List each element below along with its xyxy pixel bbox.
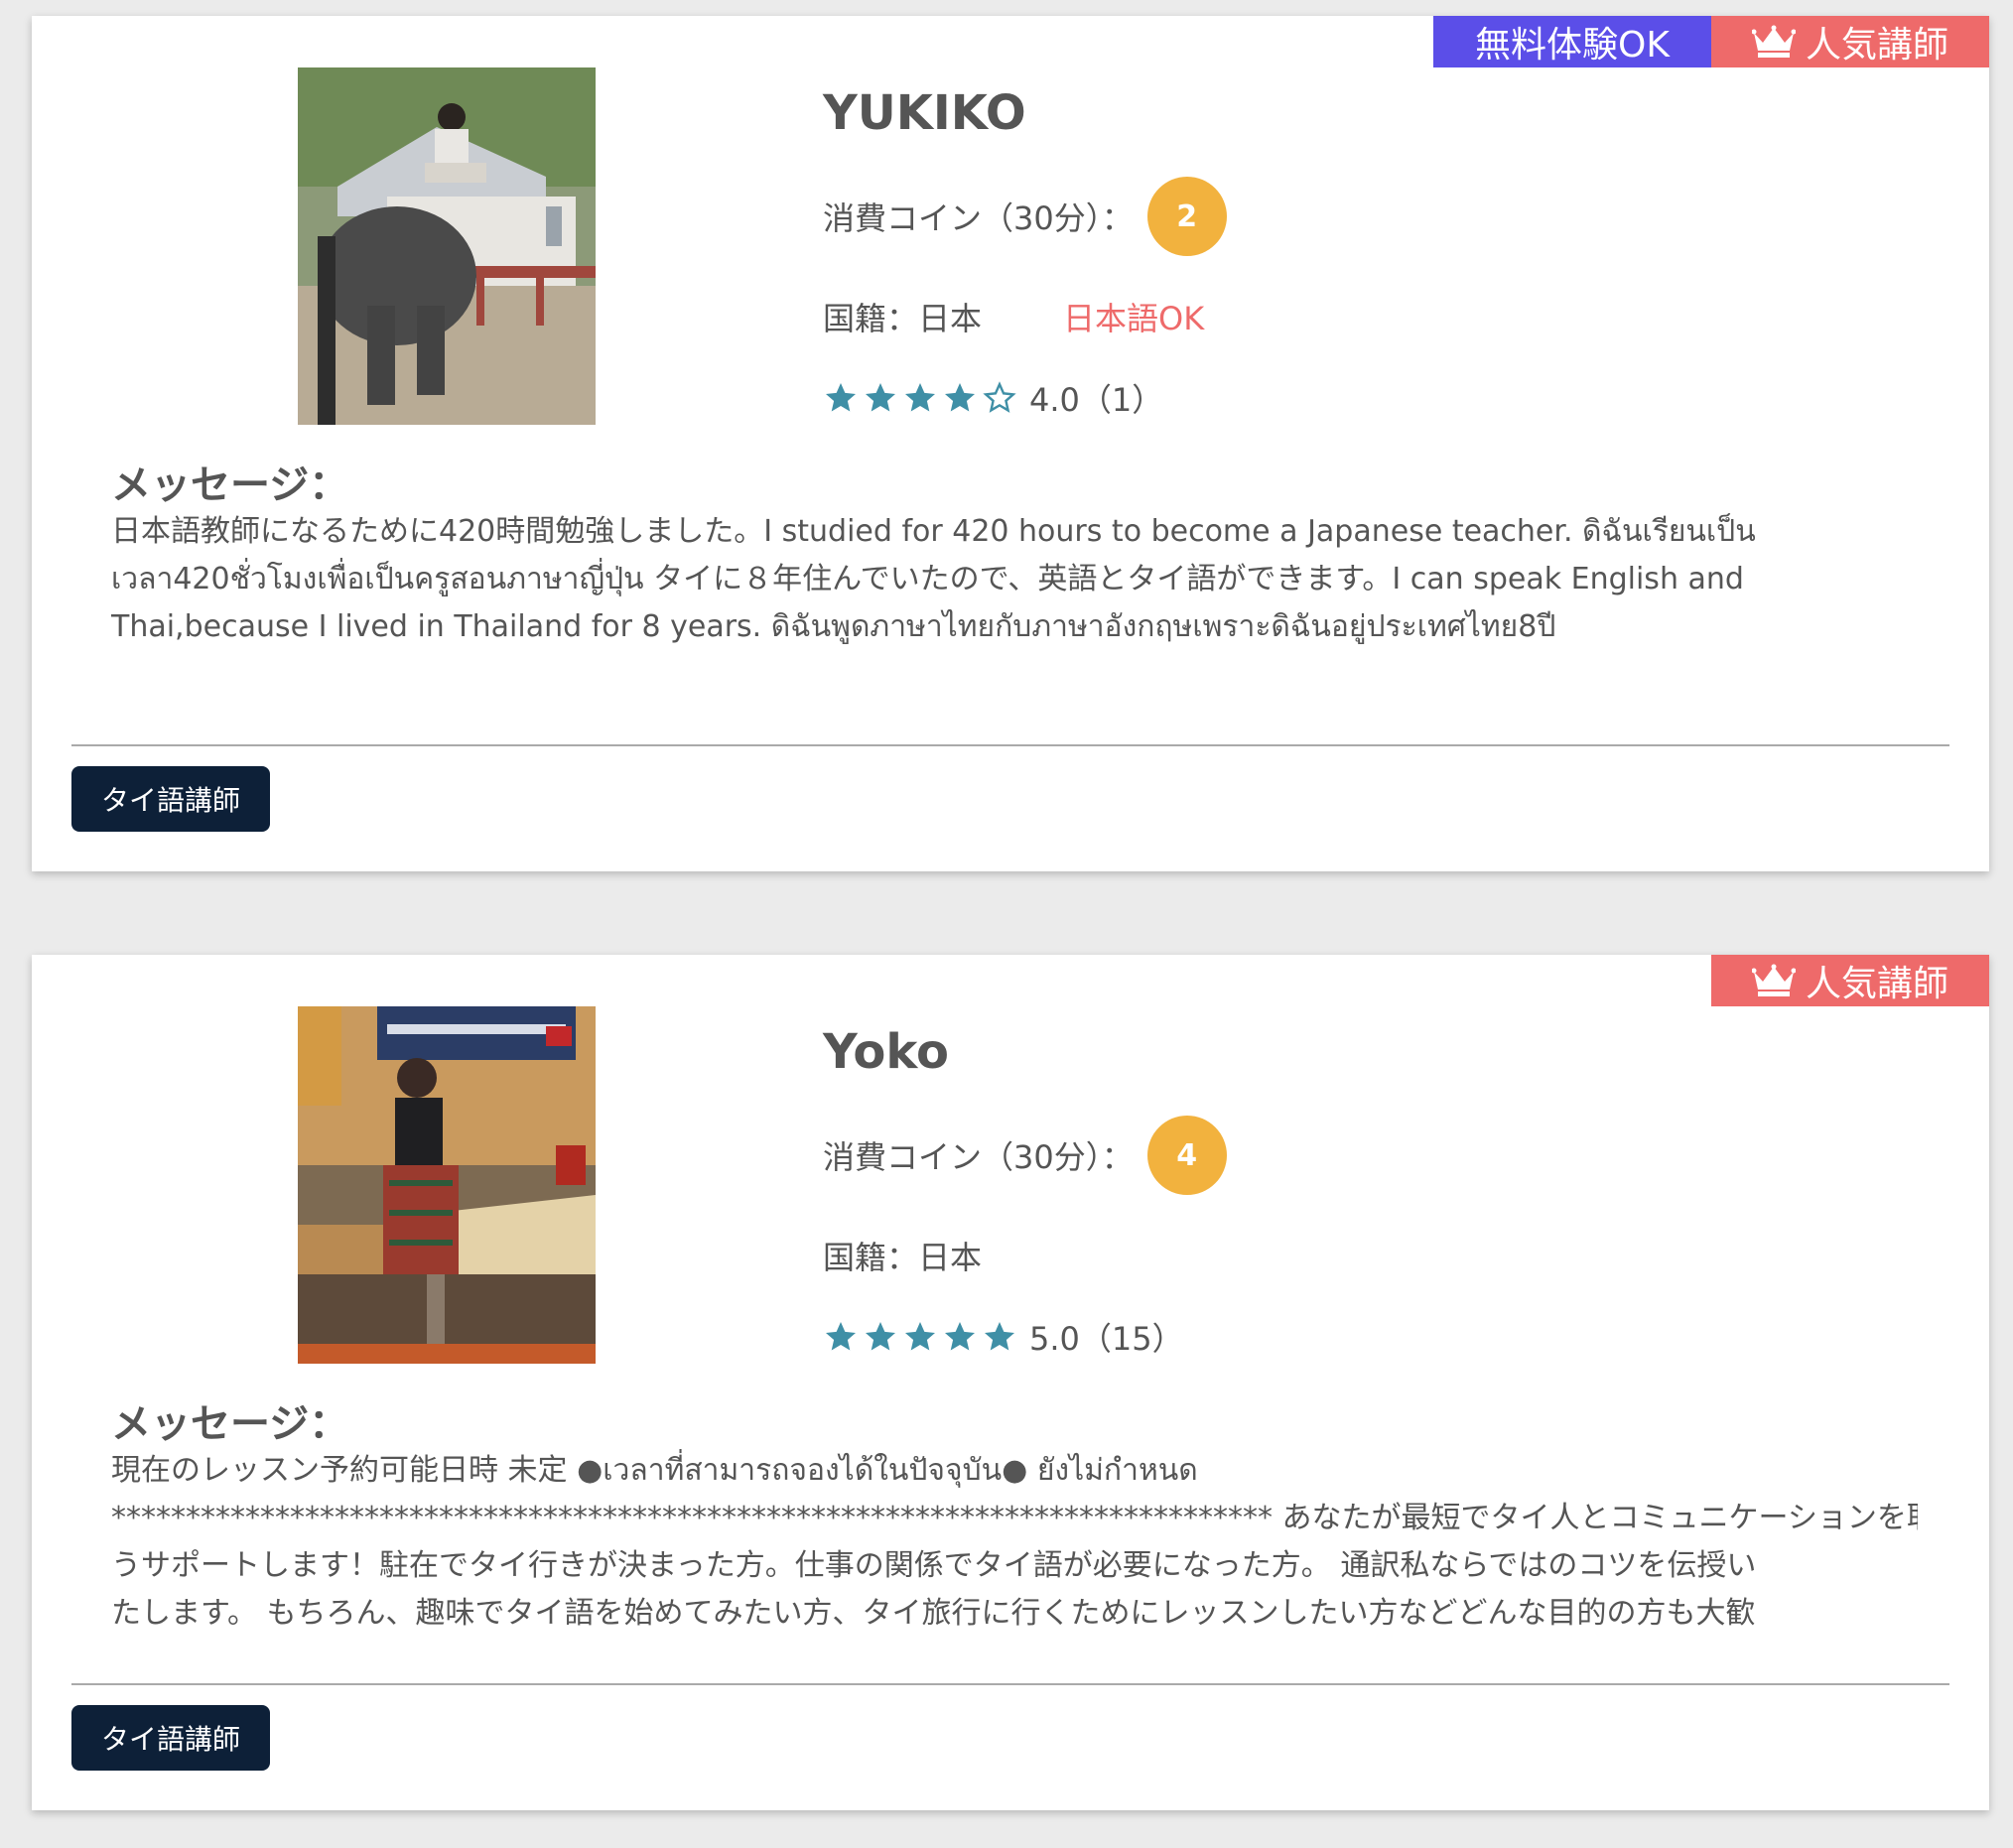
- coin-label: 消費コイン（30分）：: [823, 199, 1134, 237]
- message-title: メッセージ：: [111, 1401, 349, 1447]
- badge-group: 人気講師: [1711, 955, 1989, 1006]
- teacher-photo[interactable]: [298, 67, 596, 425]
- message-title: メッセージ：: [111, 462, 349, 508]
- coin-cost: 消費コイン（30分）： 2: [823, 177, 1227, 256]
- star-filled-icon: [985, 1322, 1014, 1351]
- divider: [71, 1683, 1949, 1685]
- teacher-list: 無料体験OK 人気講師 YUKIKO 消費コイン（30分）： 2 国籍：日本 日…: [0, 0, 2013, 1848]
- rating-text: 4.0（1）: [1029, 381, 1164, 419]
- japanese-ok-label: 日本語OK: [1063, 300, 1205, 337]
- teacher-photo[interactable]: [298, 1006, 596, 1364]
- rating: 4.0（1）: [823, 375, 1163, 421]
- teacher-name[interactable]: YUKIKO: [823, 85, 1026, 141]
- message-line: เวลา420ชั่วโมงเพื่อเป็นครูสอนภาษาญี่ปุ่น…: [111, 562, 1744, 596]
- nationality: 国籍：日本: [823, 1239, 983, 1276]
- nationality-row: 国籍：日本 日本語OK: [823, 294, 1204, 339]
- message-line: 日本語教師になるために420時間勉強しました。I studied for 420…: [111, 514, 1756, 549]
- message-body: 現在のレッスン予約可能日時 未定 ●เวลาที่สามารถจองได้ในป…: [111, 1447, 1918, 1638]
- message-line: 現在のレッスン予約可能日時 未定 ●เวลาที่สามารถจองได้ในป…: [111, 1453, 1198, 1488]
- star-filled-icon: [945, 1322, 975, 1351]
- nationality-row: 国籍：日本: [823, 1233, 982, 1278]
- star-filled-icon: [826, 383, 856, 412]
- message-line: うサポートします！駐在でタイ行きが決まった方。仕事の関係でタイ語が必要になった方…: [111, 1548, 1757, 1583]
- coin-value-badge: 4: [1146, 1116, 1227, 1195]
- free-trial-badge: 無料体験OK: [1433, 16, 1711, 67]
- popular-teacher-badge: 人気講師: [1711, 16, 1989, 67]
- popular-teacher-label: 人気講師: [1805, 25, 1948, 66]
- divider: [71, 744, 1949, 746]
- star-filled-icon: [945, 383, 975, 412]
- star-filled-icon: [905, 1322, 935, 1351]
- teacher-name[interactable]: Yoko: [823, 1024, 949, 1080]
- teacher-photo-image: [298, 1006, 596, 1364]
- teacher-card[interactable]: 人気講師 Yoko 消費コイン（30分）： 4 国籍：日本 5.0（15） メッ…: [32, 955, 1989, 1810]
- coin-label: 消費コイン（30分）：: [823, 1138, 1134, 1176]
- thai-teacher-tag-button[interactable]: タイ語講師: [71, 766, 270, 832]
- message-line: たします。 もちろん、趣味でタイ語を始めてみたい方、タイ旅行に行くためにレッスン…: [111, 1596, 1756, 1631]
- thai-teacher-tag-button[interactable]: タイ語講師: [71, 1705, 270, 1771]
- coin-value-badge: 2: [1146, 177, 1227, 256]
- star-filled-icon: [866, 1322, 895, 1351]
- popular-teacher-badge: 人気講師: [1711, 955, 1989, 1006]
- badge-group: 無料体験OK 人気講師: [1433, 16, 1989, 67]
- star-filled-icon: [866, 383, 895, 412]
- message-line: Thai,because I lived in Thailand for 8 y…: [111, 609, 1556, 644]
- teacher-photo-image: [298, 67, 596, 425]
- free-trial-label: 無料体験OK: [1475, 25, 1670, 66]
- teacher-card[interactable]: 無料体験OK 人気講師 YUKIKO 消費コイン（30分）： 2 国籍：日本 日…: [32, 16, 1989, 871]
- star-filled-icon: [826, 1322, 856, 1351]
- message-line: ****************************************…: [111, 1501, 1918, 1535]
- popular-teacher-label: 人気講師: [1805, 964, 1948, 1004]
- nationality: 国籍：日本: [823, 300, 983, 337]
- coin-cost: 消費コイン（30分）： 4: [823, 1116, 1227, 1195]
- rating-text: 5.0（15）: [1029, 1320, 1184, 1358]
- rating: 5.0（15）: [823, 1314, 1184, 1360]
- star-outline-icon: [983, 381, 1016, 413]
- star-filled-icon: [905, 383, 935, 412]
- message-body: 日本語教師になるために420時間勉強しました。I studied for 420…: [111, 508, 1918, 651]
- crown-icon: [1751, 964, 1796, 996]
- crown-icon: [1751, 25, 1796, 58]
